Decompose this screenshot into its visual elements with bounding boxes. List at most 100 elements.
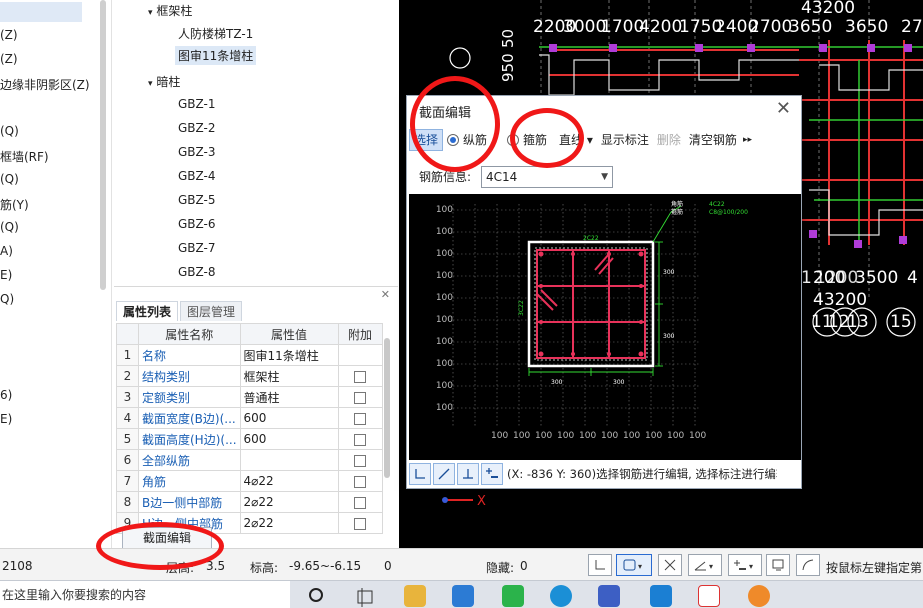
left-nav-item[interactable]: 6) xyxy=(0,388,12,402)
left-nav-item[interactable]: A) xyxy=(0,244,13,258)
property-scrollbar[interactable] xyxy=(384,338,390,478)
close-icon[interactable]: ✕ xyxy=(381,288,390,301)
add-point-icon[interactable] xyxy=(481,463,503,485)
line-mode-icon[interactable] xyxy=(433,463,455,485)
property-value[interactable]: 框架柱 xyxy=(239,365,339,387)
dim-bottom-left: 300 xyxy=(551,379,563,386)
tree-item-tz1[interactable]: 人防楼梯TZ-1 xyxy=(178,25,253,42)
extra-checkbox[interactable] xyxy=(354,370,367,383)
property-value[interactable]: 图审11条增柱 xyxy=(239,344,339,366)
tree-item-gbz[interactable]: GBZ-4 xyxy=(178,169,216,183)
col-index xyxy=(116,323,139,345)
property-row[interactable]: 6 全部纵筋 xyxy=(116,449,383,471)
left-nav-item[interactable]: (Q) xyxy=(0,220,19,234)
extra-checkbox[interactable] xyxy=(354,412,367,425)
left-nav-item[interactable]: 框墙(RF) xyxy=(0,148,49,165)
tree-item-gbz[interactable]: GBZ-1 xyxy=(178,97,216,111)
tree-item-gbz[interactable]: GBZ-2 xyxy=(178,121,216,135)
offset-point-icon[interactable]: ▾ xyxy=(728,554,762,576)
left-nav-scrollbar[interactable] xyxy=(100,0,106,290)
left-nav-item[interactable]: Q) xyxy=(0,292,14,306)
tree-item-gbz[interactable]: GBZ-7 xyxy=(178,241,216,255)
extra-checkbox[interactable] xyxy=(354,475,367,488)
cross-snap-icon[interactable] xyxy=(658,554,682,576)
property-value[interactable]: 2⌀22 xyxy=(239,491,339,513)
left-nav-selected-row[interactable] xyxy=(0,2,82,22)
tree-item-gbz[interactable]: GBZ-5 xyxy=(178,193,216,207)
toolbar-overflow-icon[interactable]: ▸▸ xyxy=(741,129,754,151)
edge-browser-icon[interactable] xyxy=(550,585,572,607)
section-canvas[interactable]: 100 100 100 100 100 100 100 100 100 100 100 100 100 1… xyxy=(409,194,801,460)
property-value[interactable]: 2⌀22 xyxy=(239,512,339,534)
close-icon[interactable]: ✕ xyxy=(776,98,791,119)
angle-snap-icon[interactable]: ▾ xyxy=(688,554,722,576)
left-nav-item[interactable]: (Q) xyxy=(0,124,19,138)
show-dim-button[interactable]: 显示标注 xyxy=(597,129,653,151)
extra-checkbox[interactable] xyxy=(354,517,367,530)
property-row[interactable]: 8 B边一侧中部筋 2⌀22 xyxy=(116,491,383,513)
tab-property-list[interactable]: 属性列表 xyxy=(116,301,179,321)
left-nav-item[interactable]: (Q) xyxy=(0,172,19,186)
wechat-icon[interactable] xyxy=(502,585,524,607)
snap-toggle-icon[interactable]: ▾ xyxy=(616,554,652,576)
screen-capture-icon[interactable] xyxy=(766,554,790,576)
property-row[interactable]: 2 结构类别 框架柱 xyxy=(116,365,383,387)
delete-button[interactable]: 删除 xyxy=(653,129,685,151)
ortho-mode-icon[interactable] xyxy=(409,463,431,485)
left-nav-item[interactable]: 边缘非阴影区(Z) xyxy=(0,76,90,93)
collapse-icon[interactable]: ▾ xyxy=(148,79,153,89)
tree-group-hidden-column[interactable]: ▾ 暗柱 xyxy=(148,73,180,90)
property-value[interactable]: 普通柱 xyxy=(239,386,339,408)
property-value[interactable]: 600 xyxy=(239,407,339,429)
clear-rebar-button[interactable]: 清空钢筋 xyxy=(685,129,741,151)
left-nav-item[interactable]: 筋(Y) xyxy=(0,196,29,213)
property-row[interactable]: 1 名称 图审11条增柱 xyxy=(116,344,383,366)
side-rebar-label: 3C22 xyxy=(518,300,525,316)
cad-axis-label-13: 13 xyxy=(847,312,869,332)
task-view-icon[interactable] xyxy=(354,585,376,607)
wps-icon[interactable] xyxy=(698,585,720,607)
grid-label-bottom: 100 xyxy=(623,431,640,441)
mail-icon[interactable] xyxy=(452,585,474,607)
property-row[interactable]: 3 定额类别 普通柱 xyxy=(116,386,383,408)
annotation-ring-stirrup xyxy=(510,108,584,168)
taskbar-search-input[interactable]: 在这里输入你要搜索的内容 xyxy=(0,581,290,608)
left-nav-item[interactable]: E) xyxy=(0,412,12,426)
left-nav-item[interactable]: (Z) xyxy=(0,52,18,66)
typora-icon[interactable] xyxy=(650,585,672,607)
extra-checkbox[interactable] xyxy=(354,454,367,467)
collapse-icon[interactable]: ▾ xyxy=(148,8,153,18)
property-row[interactable]: 7 角筋 4⌀22 xyxy=(116,470,383,492)
tree-item-gbz[interactable]: GBZ-6 xyxy=(178,217,216,231)
property-extra xyxy=(337,449,383,471)
app-icon[interactable] xyxy=(598,585,620,607)
extra-checkbox[interactable] xyxy=(354,391,367,404)
tree-item-gbz[interactable]: GBZ-3 xyxy=(178,145,216,159)
tree-group-frame-column[interactable]: ▾ 框架柱 xyxy=(148,2,192,19)
property-row[interactable]: 4 截面宽度(B边)(... 600 xyxy=(116,407,383,429)
extra-checkbox[interactable] xyxy=(354,433,367,446)
grid-label-bottom: 100 xyxy=(557,431,574,441)
dim-right-bottom: 300 xyxy=(663,333,675,340)
left-nav-item[interactable]: (Z) xyxy=(0,28,18,42)
app-orange-icon[interactable] xyxy=(748,585,770,607)
property-index: 8 xyxy=(116,491,139,513)
property-value[interactable]: 4⌀22 xyxy=(239,470,339,492)
rebar-info-select[interactable]: 4C14 ▼ xyxy=(481,166,613,188)
property-value[interactable] xyxy=(239,449,339,471)
file-explorer-icon[interactable] xyxy=(404,585,426,607)
property-row[interactable]: 5 截面高度(H边)(... 600 xyxy=(116,428,383,450)
grid-label-left: 100 xyxy=(436,227,453,237)
tree-item-gbz[interactable]: GBZ-8 xyxy=(178,265,216,279)
grid-label-left: 100 xyxy=(436,403,453,413)
tree-item-selected[interactable]: 图审11条增柱 xyxy=(175,46,257,65)
tab-layer-manage[interactable]: 图层管理 xyxy=(180,301,243,321)
property-value[interactable]: 600 xyxy=(239,428,339,450)
search-icon[interactable] xyxy=(306,585,328,607)
perpendicular-icon[interactable] xyxy=(457,463,479,485)
ortho-toggle-icon[interactable] xyxy=(588,554,612,576)
hidden-label: 隐藏: xyxy=(486,561,515,575)
left-nav-item[interactable]: E) xyxy=(0,268,12,282)
arc-tool-icon[interactable] xyxy=(796,554,820,576)
extra-checkbox[interactable] xyxy=(354,496,367,509)
